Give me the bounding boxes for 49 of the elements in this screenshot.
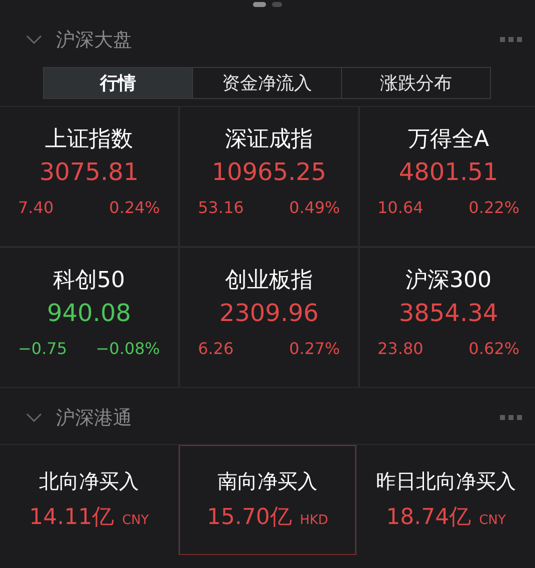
flow-card[interactable]: 南向净买入 15.70亿 HKD	[179, 445, 356, 555]
section-title: 沪深港通	[56, 406, 133, 431]
chevron-icon[interactable]	[26, 35, 42, 45]
chevron-icon[interactable]	[26, 413, 42, 423]
change-percent: 0.49%	[289, 198, 340, 217]
flow-card[interactable]: 昨日北向净买入 18.74亿 CNY	[357, 445, 535, 555]
index-value: 3854.34	[398, 299, 498, 329]
index-value: 4801.51	[398, 158, 498, 188]
change-value: −0.75	[18, 339, 68, 358]
flow-amount: 18.74亿	[386, 504, 472, 532]
index-name: 上证指数	[45, 126, 133, 154]
change-percent: 0.27%	[289, 339, 340, 358]
change-percent: 0.62%	[468, 339, 520, 358]
index-card[interactable]: 科创50 940.08 −0.75 −0.08%	[0, 248, 178, 387]
flow-card[interactable]: 北向净买入 14.11亿 CNY	[0, 445, 178, 555]
flow-amount: 14.11亿	[29, 504, 114, 532]
flow-label: 南向净买入	[218, 468, 318, 495]
index-name: 创业板指	[225, 267, 313, 295]
index-card[interactable]: 沪深300 3854.34 23.80 0.62%	[360, 248, 535, 387]
tab[interactable]: 行情	[44, 68, 192, 98]
index-card[interactable]: 深证成指 10965.25 53.16 0.49%	[180, 107, 358, 246]
currency-label: HKD	[300, 513, 328, 528]
flow-label: 昨日北向净买入	[376, 468, 516, 495]
more-icon[interactable]	[500, 37, 522, 43]
index-value: 10965.25	[212, 158, 326, 188]
currency-label: CNY	[122, 513, 149, 528]
change-percent: −0.08%	[96, 339, 160, 358]
index-name: 深证成指	[225, 126, 313, 154]
change-percent: 0.24%	[109, 198, 160, 217]
index-value: 940.08	[47, 299, 131, 329]
more-icon[interactable]	[500, 415, 522, 421]
index-name: 科创50	[53, 267, 125, 295]
index-card[interactable]: 创业板指 2309.96 6.26 0.27%	[180, 248, 358, 387]
index-value: 2309.96	[219, 299, 319, 329]
change-value: 6.26	[198, 339, 234, 358]
change-value: 7.40	[18, 198, 54, 217]
section-title: 沪深大盘	[56, 28, 133, 53]
index-name: 万得全A	[408, 126, 490, 154]
change-value: 23.80	[378, 339, 424, 358]
change-value: 10.64	[378, 198, 424, 217]
flow-label: 北向净买入	[39, 468, 139, 495]
index-value: 3075.81	[39, 158, 139, 188]
index-card[interactable]: 上证指数 3075.81 7.40 0.24%	[0, 107, 178, 246]
change-value: 53.16	[198, 198, 244, 217]
change-percent: 0.22%	[468, 198, 520, 217]
index-name: 沪深300	[406, 267, 492, 295]
index-card[interactable]: 万得全A 4801.51 10.64 0.22%	[360, 107, 535, 246]
currency-label: CNY	[479, 513, 506, 528]
flow-amount: 15.70亿	[206, 504, 292, 532]
